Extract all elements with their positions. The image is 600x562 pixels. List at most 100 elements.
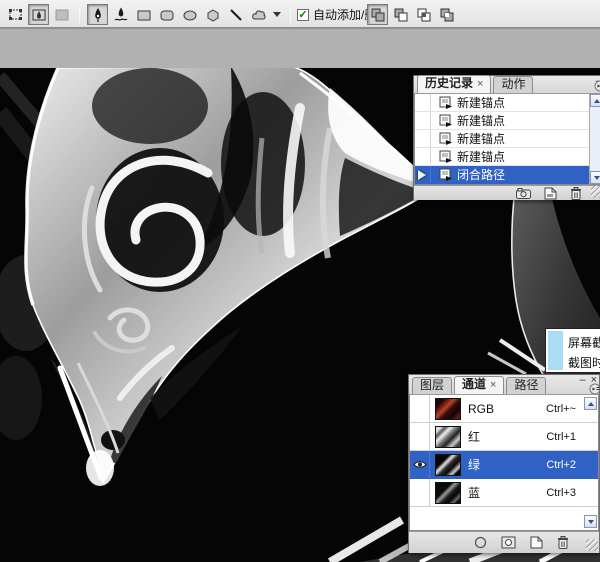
ellipse-tool-icon[interactable] [179, 4, 200, 25]
shape-layers-icon[interactable] [5, 4, 26, 25]
tab-close-icon[interactable]: × [490, 379, 496, 391]
history-state-label: 闭合路径 [457, 166, 505, 183]
separator [79, 5, 80, 25]
auto-add-delete-checkbox[interactable]: ✓ [297, 9, 309, 21]
scroll-up-icon[interactable] [584, 397, 597, 410]
history-brush-source-box[interactable] [415, 112, 431, 129]
visibility-toggle[interactable] [410, 479, 430, 506]
load-channel-selection-icon[interactable] [474, 536, 487, 549]
history-row[interactable]: 新建锚点 [415, 94, 600, 112]
channel-row-rgb[interactable]: RGB Ctrl+~ [410, 395, 598, 423]
history-brush-source-box[interactable] [415, 148, 431, 165]
history-state-icon [439, 132, 453, 145]
tab-channels-label: 通道 [462, 377, 486, 391]
history-row-selected[interactable]: 闭合路径 [415, 166, 600, 184]
channels-bottom-bar [409, 531, 599, 553]
panel-menu-icon[interactable] [594, 80, 600, 92]
line-tool-icon[interactable] [225, 4, 246, 25]
polygon-tool-icon[interactable] [202, 4, 223, 25]
channel-shortcut: Ctrl+1 [546, 431, 576, 443]
new-snapshot-camera-icon[interactable] [516, 188, 531, 199]
history-state-label: 新建锚点 [457, 130, 505, 147]
channel-shortcut: Ctrl+3 [546, 487, 576, 499]
tab-actions-label: 动作 [501, 77, 525, 91]
custom-shape-tool-icon[interactable] [248, 4, 269, 25]
channel-shortcut: Ctrl+~ [546, 403, 576, 415]
history-brush-source-box[interactable] [415, 130, 431, 147]
channel-row-red[interactable]: 红 Ctrl+1 [410, 423, 598, 451]
tab-paths-label: 路径 [514, 378, 538, 392]
paths-mode-icon[interactable] [28, 4, 49, 25]
separator [290, 5, 291, 25]
tab-close-icon[interactable]: × [477, 78, 483, 90]
tab-history-label: 历史记录 [425, 76, 473, 90]
intersect-shape-area-icon[interactable] [413, 4, 434, 25]
trash-icon[interactable] [570, 187, 582, 200]
pen-tool-icon[interactable] [87, 4, 108, 25]
channel-name: 绿 [468, 456, 546, 473]
channel-thumbnail[interactable] [435, 398, 461, 420]
eye-icon [413, 460, 427, 469]
tab-history[interactable]: 历史记录 × [417, 75, 491, 93]
history-row[interactable]: 新建锚点 [415, 148, 600, 166]
tab-actions[interactable]: 动作 [493, 76, 533, 93]
shape-dropdown-caret-icon[interactable] [273, 12, 281, 17]
subtract-shape-area-icon[interactable] [390, 4, 411, 25]
scroll-down-icon[interactable] [584, 515, 597, 528]
rectangle-tool-icon[interactable] [133, 4, 154, 25]
history-state-label: 新建锚点 [457, 94, 505, 111]
visibility-toggle[interactable] [410, 395, 430, 422]
trash-icon[interactable] [557, 536, 569, 549]
history-state-icon [439, 96, 453, 109]
tab-channels[interactable]: 通道 × [454, 376, 504, 394]
channels-tabbar: 图层 通道 × 路径 – × [409, 375, 599, 395]
channels-list: RGB Ctrl+~ 红 Ctrl+1 绿 Ctrl+2 蓝 [409, 395, 599, 531]
photoshop-window: ✓ 自动添加/删除 [0, 0, 600, 562]
visibility-toggle[interactable] [410, 423, 430, 450]
history-scrollbar[interactable] [589, 94, 600, 184]
history-tabbar: 历史记录× 动作 – [414, 76, 600, 94]
new-document-from-state-icon[interactable] [544, 187, 557, 200]
channel-row-green[interactable]: 绿 Ctrl+2 [410, 451, 598, 479]
panel-menu-icon[interactable] [589, 383, 600, 395]
channel-name: 红 [468, 428, 546, 445]
scroll-up-icon[interactable] [590, 94, 600, 107]
channel-thumbnail[interactable] [435, 454, 461, 476]
tab-layers[interactable]: 图层 [412, 377, 452, 394]
add-shape-area-icon[interactable] [367, 4, 388, 25]
minimize-icon[interactable]: – [579, 375, 585, 386]
history-state-icon [439, 150, 453, 163]
history-brush-source-box[interactable] [415, 94, 431, 111]
channel-shortcut: Ctrl+2 [546, 459, 576, 471]
freeform-pen-tool-icon[interactable] [110, 4, 131, 25]
new-channel-icon[interactable] [530, 536, 543, 549]
scroll-down-icon[interactable] [590, 171, 600, 184]
popup-menu-gutter [548, 331, 563, 370]
popup-line[interactable]: 截图时 [568, 354, 600, 371]
channel-name: RGB [468, 402, 546, 416]
history-brush-source-box[interactable] [415, 166, 431, 183]
tab-layers-label: 图层 [420, 378, 444, 392]
tool-options-bar: ✓ 自动添加/删除 [0, 0, 600, 29]
channels-scrollbar[interactable] [584, 395, 598, 530]
history-row[interactable]: 新建锚点 [415, 130, 600, 148]
tab-paths[interactable]: 路径 [506, 377, 546, 394]
screenshot-tool-popup: 屏幕截 截图时 [545, 328, 600, 373]
channel-row-blue[interactable]: 蓝 Ctrl+3 [410, 479, 598, 507]
history-state-label: 新建锚点 [457, 112, 505, 129]
save-selection-as-channel-icon[interactable] [501, 536, 516, 549]
history-panel: 历史记录× 动作 – 新建锚点 新建锚点 新建锚点 [413, 75, 600, 200]
fill-pixels-icon[interactable] [51, 4, 72, 25]
channel-thumbnail[interactable] [435, 426, 461, 448]
popup-line[interactable]: 屏幕截 [568, 334, 600, 351]
rounded-rectangle-tool-icon[interactable] [156, 4, 177, 25]
history-row[interactable]: 新建锚点 [415, 112, 600, 130]
resize-grip[interactable] [586, 539, 598, 551]
exclude-shape-area-icon[interactable] [436, 4, 457, 25]
visibility-toggle[interactable] [410, 451, 430, 478]
resize-grip[interactable] [591, 186, 600, 198]
history-state-icon [439, 114, 453, 127]
channels-panel: 图层 通道 × 路径 – × RGB Ctrl+~ [408, 374, 600, 553]
history-bottom-bar [414, 185, 600, 200]
channel-thumbnail[interactable] [435, 482, 461, 504]
